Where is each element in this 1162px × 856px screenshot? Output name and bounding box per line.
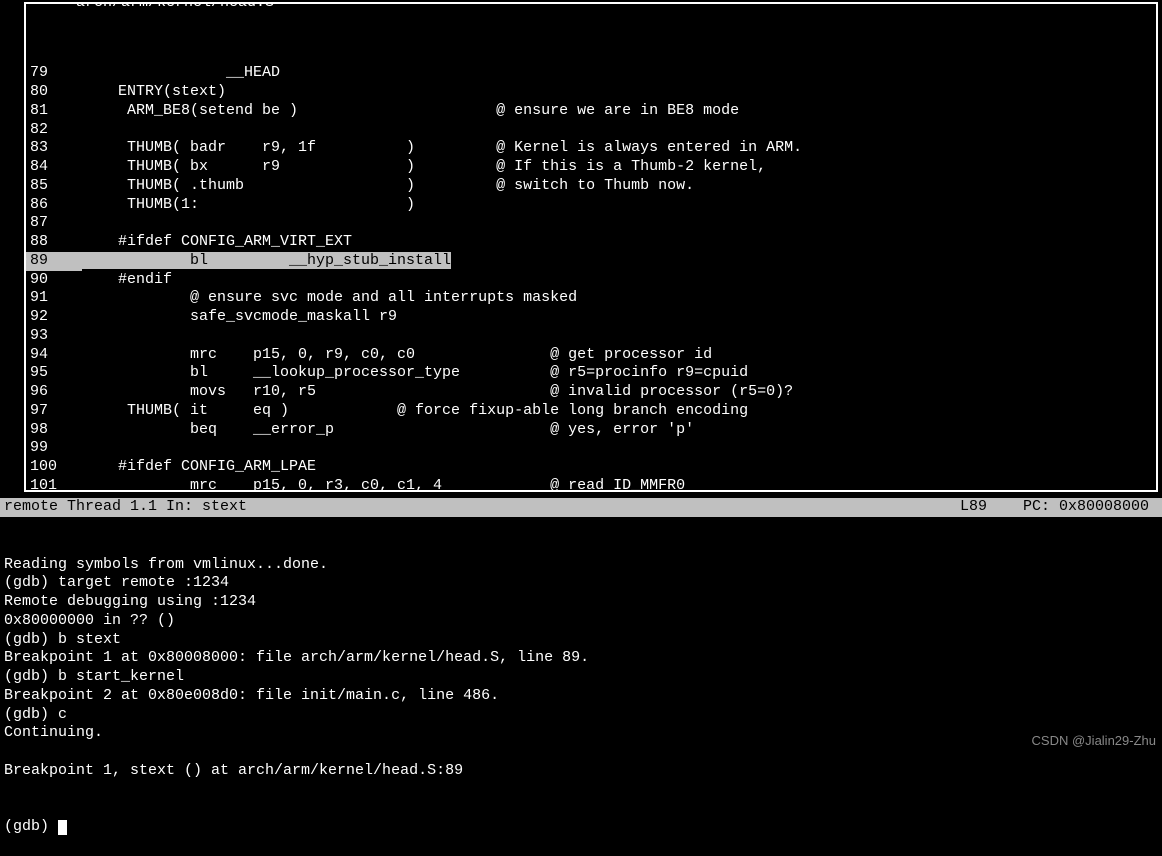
- gdb-prompt: (gdb): [4, 818, 58, 835]
- line-number: 92: [26, 308, 82, 327]
- breakpoint-marker-icon: B+>: [24, 252, 27, 271]
- source-line[interactable]: 84 THUMB( bx r9 ) @ If this is a Thumb-2…: [26, 158, 1156, 177]
- source-line[interactable]: 90 #endif: [26, 271, 1156, 290]
- line-number: 83: [26, 139, 82, 158]
- source-line[interactable]: 79 __HEAD: [26, 64, 1156, 83]
- line-number: 100: [26, 458, 82, 477]
- line-text: #ifdef CONFIG_ARM_LPAE: [82, 458, 316, 475]
- status-thread: remote Thread 1.1 In: stext: [4, 498, 960, 517]
- line-text: mrc p15, 0, r9, c0, c0 @ get processor i…: [82, 346, 712, 363]
- source-line[interactable]: 87: [26, 214, 1156, 233]
- cursor-icon: [58, 820, 67, 835]
- line-number: 89: [26, 252, 82, 271]
- source-line[interactable]: 83 THUMB( badr r9, 1f ) @ Kernel is alwa…: [26, 139, 1156, 158]
- line-text: @ ensure svc mode and all interrupts mas…: [82, 289, 577, 306]
- line-number: 91: [26, 289, 82, 308]
- line-text: movs r10, r5 @ invalid processor (r5=0)?: [82, 383, 793, 400]
- line-number: 86: [26, 196, 82, 215]
- line-text: beq __error_p @ yes, error 'p': [82, 421, 694, 438]
- console-line: Continuing.: [4, 724, 1158, 743]
- source-line[interactable]: 85 THUMB( .thumb ) @ switch to Thumb now…: [26, 177, 1156, 196]
- source-line[interactable]: 80 ENTRY(stext): [26, 83, 1156, 102]
- console-line: (gdb) b start_kernel: [4, 668, 1158, 687]
- line-text: bl __lookup_processor_type @ r5=procinfo…: [82, 364, 748, 381]
- line-text: bl __hyp_stub_install: [82, 252, 451, 269]
- line-text: ARM_BE8(setend be ) @ ensure we are in B…: [82, 102, 739, 119]
- source-line[interactable]: 100 #ifdef CONFIG_ARM_LPAE: [26, 458, 1156, 477]
- source-pane: arch/arm/kernel/head.S 79 __HEAD80 ENTRY…: [24, 2, 1158, 492]
- gdb-prompt-line[interactable]: (gdb): [4, 818, 1158, 837]
- status-bar: remote Thread 1.1 In: stext L89 PC: 0x80…: [0, 498, 1162, 517]
- source-line[interactable]: 81 ARM_BE8(setend be ) @ ensure we are i…: [26, 102, 1156, 121]
- status-location: L89 PC: 0x80008000: [960, 498, 1158, 517]
- console-line: (gdb) c: [4, 706, 1158, 725]
- line-text: THUMB( badr r9, 1f ) @ Kernel is always …: [82, 139, 802, 156]
- console-line: (gdb) target remote :1234: [4, 574, 1158, 593]
- console-line: Breakpoint 2 at 0x80e008d0: file init/ma…: [4, 687, 1158, 706]
- console-line: Breakpoint 1 at 0x80008000: file arch/ar…: [4, 649, 1158, 668]
- source-line[interactable]: 96 movs r10, r5 @ invalid processor (r5=…: [26, 383, 1156, 402]
- source-line[interactable]: 91 @ ensure svc mode and all interrupts …: [26, 289, 1156, 308]
- line-number: 93: [26, 327, 82, 346]
- source-line[interactable]: 88 #ifdef CONFIG_ARM_VIRT_EXT: [26, 233, 1156, 252]
- console-output: Reading symbols from vmlinux...done.(gdb…: [4, 556, 1158, 781]
- source-line[interactable]: 101 mrc p15, 0, r3, c0, c1, 4 @ read ID_…: [26, 477, 1156, 492]
- console-line: [4, 743, 1158, 762]
- line-number: 80: [26, 83, 82, 102]
- line-text: __HEAD: [82, 64, 280, 81]
- source-line[interactable]: 99: [26, 439, 1156, 458]
- source-line[interactable]: 86 THUMB(1: ): [26, 196, 1156, 215]
- line-text: THUMB( it eq ) @ force fixup-able long b…: [82, 402, 748, 419]
- line-text: THUMB( bx r9 ) @ If this is a Thumb-2 ke…: [82, 158, 766, 175]
- line-text: ENTRY(stext): [82, 83, 226, 100]
- line-text: THUMB( .thumb ) @ switch to Thumb now.: [82, 177, 694, 194]
- source-line[interactable]: 93: [26, 327, 1156, 346]
- line-number: 84: [26, 158, 82, 177]
- line-number: 97: [26, 402, 82, 421]
- gdb-console[interactable]: Reading symbols from vmlinux...done.(gdb…: [0, 518, 1162, 856]
- console-line: Breakpoint 1, stext () at arch/arm/kerne…: [4, 762, 1158, 781]
- line-number: 101: [26, 477, 82, 492]
- line-text: mrc p15, 0, r3, c0, c1, 4 @ read ID_MMFR…: [82, 477, 685, 492]
- line-text: THUMB(1: ): [82, 196, 415, 213]
- line-number: 94: [26, 346, 82, 365]
- source-line[interactable]: 92 safe_svcmode_maskall r9: [26, 308, 1156, 327]
- source-file-title: arch/arm/kernel/head.S: [74, 2, 276, 13]
- line-number: 87: [26, 214, 82, 233]
- line-number: 85: [26, 177, 82, 196]
- line-number: 95: [26, 364, 82, 383]
- source-line[interactable]: 97 THUMB( it eq ) @ force fixup-able lon…: [26, 402, 1156, 421]
- line-number: 99: [26, 439, 82, 458]
- console-line: Reading symbols from vmlinux...done.: [4, 556, 1158, 575]
- line-number: 79: [26, 64, 82, 83]
- watermark: CSDN @Jialin29-Zhu: [1032, 733, 1156, 749]
- line-number: 90: [26, 271, 82, 290]
- source-code[interactable]: 79 __HEAD80 ENTRY(stext)81 ARM_BE8(seten…: [26, 64, 1156, 492]
- line-number: 82: [26, 121, 82, 140]
- console-line: 0x80000000 in ?? (): [4, 612, 1158, 631]
- source-line[interactable]: 82: [26, 121, 1156, 140]
- line-text: safe_svcmode_maskall r9: [82, 308, 397, 325]
- source-line[interactable]: 94 mrc p15, 0, r9, c0, c0 @ get processo…: [26, 346, 1156, 365]
- source-line[interactable]: 98 beq __error_p @ yes, error 'p': [26, 421, 1156, 440]
- line-text: #endif: [82, 271, 172, 288]
- source-line[interactable]: B+>89 bl __hyp_stub_install: [26, 252, 1156, 271]
- source-line[interactable]: 95 bl __lookup_processor_type @ r5=proci…: [26, 364, 1156, 383]
- console-line: (gdb) b stext: [4, 631, 1158, 650]
- line-number: 98: [26, 421, 82, 440]
- line-number: 81: [26, 102, 82, 121]
- line-number: 96: [26, 383, 82, 402]
- console-line: Remote debugging using :1234: [4, 593, 1158, 612]
- line-text: #ifdef CONFIG_ARM_VIRT_EXT: [82, 233, 352, 250]
- line-number: 88: [26, 233, 82, 252]
